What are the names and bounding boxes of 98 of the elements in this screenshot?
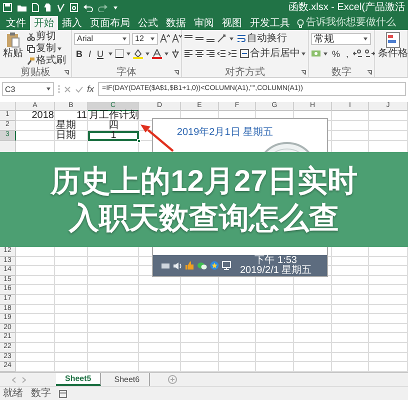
ribbon-tab[interactable]: 开始 <box>30 16 58 30</box>
headline: 历史上的12月27日实时 <box>50 164 358 200</box>
decrease-decimal-icon[interactable] <box>364 49 375 58</box>
italic-button[interactable]: I <box>86 48 94 60</box>
scissors-icon[interactable] <box>27 33 35 41</box>
font-name-field[interactable]: Arial <box>74 32 130 44</box>
conditional-format-button[interactable]: 条件格 <box>377 31 408 77</box>
group-label: 剪贴板 <box>20 67 50 78</box>
caret-icon[interactable] <box>229 36 234 40</box>
ribbon-tab[interactable]: 开发工具 <box>246 16 294 30</box>
comma-button[interactable]: , <box>344 48 351 60</box>
caret-icon[interactable] <box>108 52 113 56</box>
fill-color-icon[interactable] <box>132 48 143 58</box>
ribbon-tab[interactable]: 审阅 <box>190 16 218 30</box>
caret-icon[interactable] <box>164 52 169 56</box>
align-center-icon[interactable] <box>195 49 204 58</box>
bold-button[interactable]: B <box>74 48 84 60</box>
ribbon-tab[interactable]: 文件 <box>2 16 30 30</box>
clock-date[interactable]: 2019/2/1 星期五 <box>240 266 312 276</box>
table-cell[interactable]: 11 <box>55 111 88 121</box>
caret-icon[interactable] <box>323 52 328 56</box>
font-size-field[interactable]: 12 <box>132 32 158 44</box>
pointer-arrow <box>140 124 174 152</box>
copy-button[interactable]: 复制 <box>26 43 67 55</box>
dialog-launcher-icon[interactable] <box>174 70 179 75</box>
status-text: 数字 <box>31 388 51 400</box>
window-title: 函数.xlsx - Excel(产品激活 <box>288 2 405 14</box>
paste-button[interactable]: 粘贴 <box>2 31 24 67</box>
table-cell[interactable]: 2018 <box>16 111 55 121</box>
merge-icon[interactable] <box>240 49 249 58</box>
speaker-icon[interactable] <box>173 262 182 270</box>
shrink-font-icon[interactable] <box>172 34 182 43</box>
page-icon <box>59 390 67 398</box>
table-cell[interactable]: 星期 <box>55 121 88 131</box>
align-right-icon[interactable] <box>206 49 215 58</box>
redo-icon[interactable] <box>98 4 108 12</box>
grow-font-icon[interactable] <box>160 34 170 43</box>
align-middle-icon[interactable] <box>195 34 204 43</box>
dialog-launcher-icon[interactable] <box>64 70 69 75</box>
clock-time[interactable]: 下午 1:53 <box>254 256 297 266</box>
underline-button[interactable]: U <box>95 48 106 60</box>
search-placeholder[interactable]: 告诉我你想要做什么 <box>306 17 396 29</box>
save-icon[interactable] <box>3 3 12 12</box>
border-icon[interactable] <box>114 49 124 58</box>
star-badge-icon[interactable] <box>210 261 219 270</box>
folder-icon[interactable] <box>17 4 27 12</box>
headline: 入职天数查询怎么查 <box>69 200 339 236</box>
align-left-icon[interactable] <box>184 49 193 58</box>
table-cell[interactable]: 月工作计划 <box>88 111 139 121</box>
text-orientation-icon[interactable] <box>217 34 227 43</box>
table-cell[interactable]: 日期 <box>55 131 88 141</box>
undo-icon[interactable] <box>83 4 93 12</box>
number-format-field[interactable]: 常规 <box>311 32 371 44</box>
table-cell[interactable]: 1 <box>88 131 139 141</box>
caret-icon[interactable] <box>57 47 62 51</box>
copy-icon[interactable] <box>27 45 35 53</box>
increase-indent-icon[interactable] <box>228 49 237 58</box>
percent-button[interactable]: % <box>330 48 342 60</box>
ribbon-tab[interactable]: 插入 <box>58 16 86 30</box>
increase-decimal-icon[interactable] <box>352 49 363 58</box>
chat-icon[interactable] <box>197 262 207 270</box>
ribbon-tab[interactable]: 公式 <box>134 16 162 30</box>
date-heading: 2019年2月1日 星期五 <box>176 127 274 139</box>
wrap-text-button[interactable]: 自动换行 <box>236 32 288 44</box>
caret-icon[interactable] <box>363 36 368 40</box>
group-label: 对齐方式 <box>225 67 265 78</box>
format-painter-button[interactable]: 格式刷 <box>26 55 67 67</box>
group-label: 数字 <box>332 67 352 78</box>
name-box[interactable]: C3 <box>2 82 54 96</box>
status-text: 就绪 <box>3 388 23 400</box>
wrap-text-icon[interactable] <box>237 34 246 43</box>
dialog-launcher-icon[interactable] <box>301 70 306 75</box>
lightbulb-icon[interactable] <box>297 18 304 28</box>
insert-function-button[interactable]: fx <box>87 84 94 94</box>
group-label: 字体 <box>116 67 136 78</box>
document-icon[interactable] <box>32 3 39 12</box>
brush-icon[interactable] <box>27 57 35 65</box>
decrease-indent-icon[interactable] <box>217 49 226 58</box>
ribbon-tab[interactable]: 页面布局 <box>86 16 134 30</box>
sheet-tab[interactable]: Sheet5 <box>56 373 102 386</box>
caret-icon[interactable] <box>113 6 118 10</box>
print-preview-icon[interactable] <box>70 3 78 12</box>
caret-icon[interactable] <box>150 36 155 40</box>
caret-icon[interactable] <box>144 52 150 56</box>
ribbon-tab[interactable]: 数据 <box>162 16 190 30</box>
ribbon-tab[interactable]: 视图 <box>218 16 246 30</box>
font-color-icon[interactable] <box>152 48 162 58</box>
fill-handle[interactable] <box>137 139 141 143</box>
cut-button[interactable]: 剪切 <box>26 31 67 43</box>
caret-icon[interactable] <box>122 36 127 40</box>
dialog-launcher-icon[interactable] <box>367 70 372 75</box>
caret-icon[interactable] <box>126 52 131 56</box>
caret-icon[interactable] <box>46 87 51 91</box>
caret-icon[interactable] <box>301 52 306 56</box>
table-cell[interactable]: 四 <box>88 121 139 131</box>
phonetic-icon[interactable] <box>170 49 180 58</box>
merge-center-button[interactable]: 合并后居中 <box>239 48 307 60</box>
thumbs-up-icon[interactable] <box>185 261 194 270</box>
